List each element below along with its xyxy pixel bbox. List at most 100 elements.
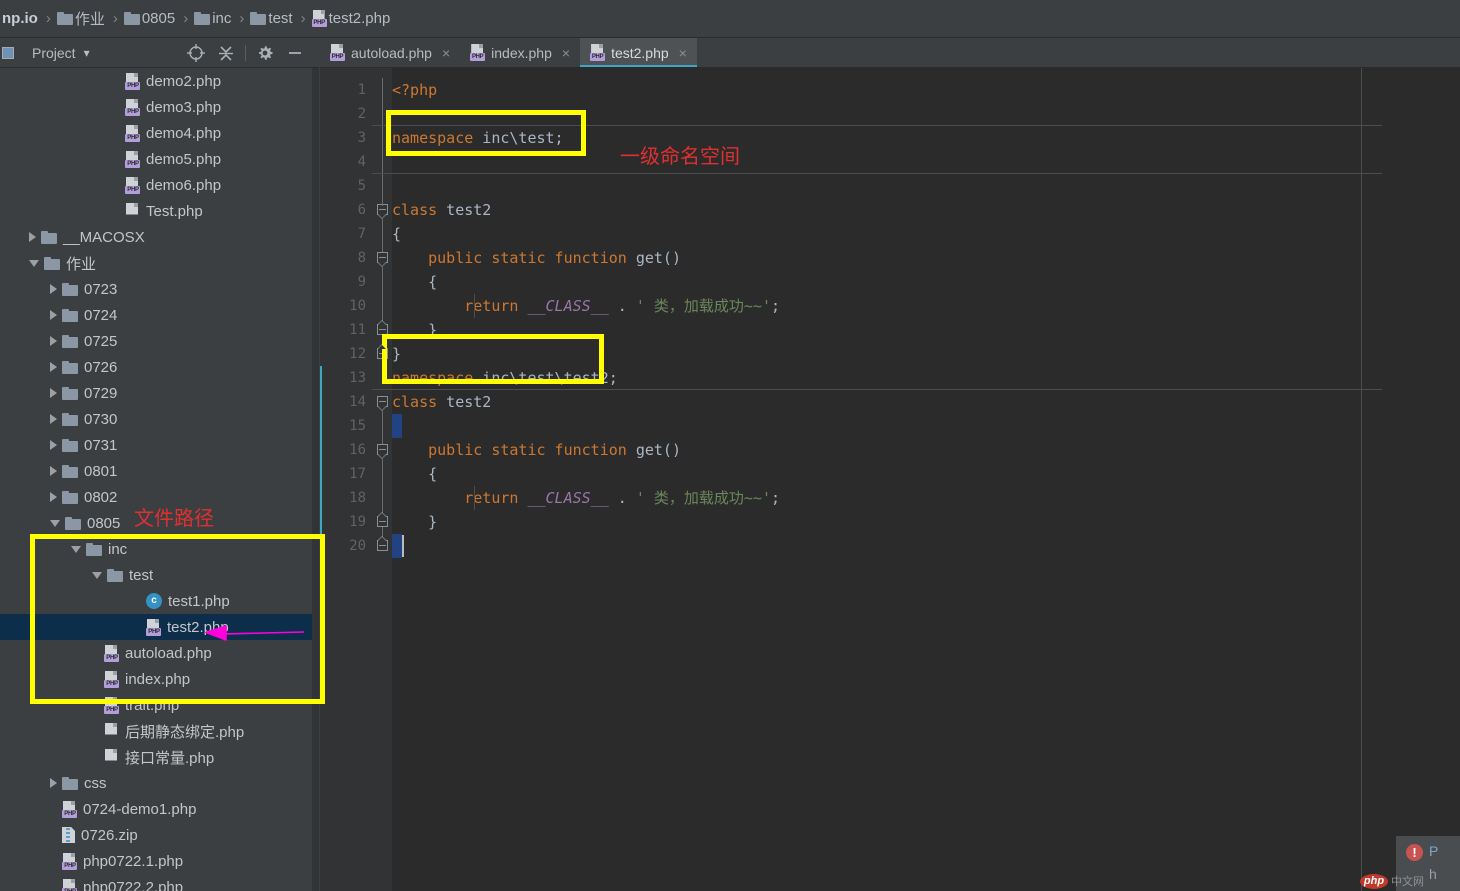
- tree-item-trait-php[interactable]: PHP trait.php: [0, 692, 319, 718]
- tree-item-test1-php[interactable]: c test1.php: [0, 588, 319, 614]
- code-fold-toggle[interactable]: [377, 320, 388, 335]
- tree-item-0730[interactable]: 0730: [0, 406, 319, 432]
- minimize-icon[interactable]: [285, 43, 305, 63]
- code-line-12[interactable]: }: [392, 342, 401, 366]
- tree-item-test[interactable]: test: [0, 562, 319, 588]
- chevron-right-icon[interactable]: [50, 440, 57, 450]
- breadcrumb-item-2[interactable]: 0805: [123, 10, 177, 27]
- close-icon[interactable]: ×: [679, 45, 687, 61]
- tree-item-0724-demo1-php[interactable]: PHP 0724-demo1.php: [0, 796, 319, 822]
- tree-item-0723[interactable]: 0723: [0, 276, 319, 302]
- chevron-right-icon[interactable]: [50, 310, 57, 320]
- code-line-17[interactable]: {: [392, 462, 437, 486]
- code-editor[interactable]: 1 2 3 4 5 6 7 8 9 10 11 12 13 14 15 16 17 18 19 20 <?php nam…: [320, 68, 1460, 891]
- code-line-8[interactable]: public static function get(): [392, 246, 681, 270]
- code-fold-toggle[interactable]: [377, 344, 388, 359]
- breadcrumb-item-0[interactable]: np.io: [0, 10, 40, 27]
- tree-item-demo4-php[interactable]: PHP demo4.php: [0, 120, 319, 146]
- folder-icon: [56, 12, 73, 25]
- tree-item-0731[interactable]: 0731: [0, 432, 319, 458]
- code-folding-column[interactable]: [372, 68, 392, 891]
- code-line-10[interactable]: return __CLASS__ . ' 类，加载成功~~';: [392, 294, 780, 318]
- close-icon[interactable]: ×: [442, 45, 450, 61]
- chevron-down-icon[interactable]: [29, 259, 39, 267]
- collapse-all-icon[interactable]: [216, 43, 236, 63]
- tree-item-label: trait.php: [125, 696, 180, 714]
- code-line-14[interactable]: class test2: [392, 390, 491, 414]
- code-line-9[interactable]: {: [392, 270, 437, 294]
- tree-item-Test-php[interactable]: PHP Test.php: [0, 198, 319, 224]
- code-fold-toggle[interactable]: [377, 444, 388, 459]
- chevron-down-icon[interactable]: [71, 545, 81, 553]
- breadcrumb-item-5[interactable]: PHP test2.php: [311, 10, 393, 27]
- line-number: 4: [357, 154, 366, 170]
- code-line-11[interactable]: }: [392, 318, 437, 342]
- chevron-down-icon[interactable]: [50, 519, 60, 527]
- tree-item-0729[interactable]: 0729: [0, 380, 319, 406]
- tree-item-label: autoload.php: [125, 644, 212, 662]
- folder-icon: [62, 464, 78, 478]
- chevron-right-icon[interactable]: [29, 232, 36, 242]
- tree-item-0725[interactable]: 0725: [0, 328, 319, 354]
- code-line-3[interactable]: namespace inc\test;: [392, 126, 564, 150]
- gear-icon[interactable]: [255, 43, 275, 63]
- breadcrumb[interactable]: np.io › 作业 › 0805 › inc › test › PHP test2.php: [0, 0, 1460, 38]
- code-line-18[interactable]: return __CLASS__ . ' 类，加载成功~~';: [392, 486, 780, 510]
- toolbar-divider: [245, 44, 246, 61]
- editor-tab-test2-php[interactable]: PHP test2.php ×: [580, 38, 697, 67]
- code-line-7[interactable]: {: [392, 222, 401, 246]
- breadcrumb-item-3[interactable]: inc: [194, 10, 233, 27]
- tree-item-__MACOSX[interactable]: __MACOSX: [0, 224, 319, 250]
- tree-item-demo3-php[interactable]: PHP demo3.php: [0, 94, 319, 120]
- breadcrumb-item-4[interactable]: test: [250, 10, 294, 27]
- code-fold-toggle[interactable]: [377, 536, 388, 551]
- tree-item-0726[interactable]: 0726: [0, 354, 319, 380]
- chevron-right-icon[interactable]: [50, 414, 57, 424]
- code-fold-toggle[interactable]: [377, 512, 388, 527]
- tree-item-demo6-php[interactable]: PHP demo6.php: [0, 172, 319, 198]
- tree-item-接口常量-php[interactable]: PHP 接口常量.php: [0, 744, 319, 770]
- code-line-19[interactable]: }: [392, 510, 437, 534]
- chevron-right-icon[interactable]: [50, 388, 57, 398]
- tree-item-php0722-2-php[interactable]: PHP php0722.2.php: [0, 874, 319, 891]
- line-number-gutter: 1 2 3 4 5 6 7 8 9 10 11 12 13 14 15 16 17 18 19 20: [320, 68, 372, 891]
- code-line-13[interactable]: namespace inc\test\test2;: [392, 366, 618, 390]
- tree-item-demo2-php[interactable]: PHP demo2.php: [0, 68, 319, 94]
- code-content-area[interactable]: <?php namespace inc\test; class test2{ pub…: [392, 68, 1460, 891]
- tree-item-demo5-php[interactable]: PHP demo5.php: [0, 146, 319, 172]
- tree-item-index-php[interactable]: PHP index.php: [0, 666, 319, 692]
- line-number: 15: [349, 418, 366, 434]
- chevron-right-icon[interactable]: [50, 492, 57, 502]
- code-line-6[interactable]: class test2: [392, 198, 491, 222]
- chevron-right-icon[interactable]: [50, 336, 57, 346]
- tree-item-label: demo3.php: [146, 98, 222, 116]
- project-dropdown-caret[interactable]: ▾: [84, 46, 90, 60]
- tree-item-0726-zip[interactable]: 0726.zip: [0, 822, 319, 848]
- chevron-right-icon[interactable]: [50, 778, 57, 788]
- editor-tab-bar[interactable]: PHP autoload.php × PHP index.php × PHP test2.ph…: [320, 38, 1460, 68]
- tree-item-0801[interactable]: 0801: [0, 458, 319, 484]
- code-line-1[interactable]: <?php: [392, 78, 437, 102]
- tree-item-php0722-1-php[interactable]: PHP php0722.1.php: [0, 848, 319, 874]
- chevron-right-icon[interactable]: [50, 284, 57, 294]
- code-line-16[interactable]: public static function get(): [392, 438, 681, 462]
- tree-item-inc[interactable]: inc: [0, 536, 319, 562]
- close-icon[interactable]: ×: [562, 45, 570, 61]
- editor-tab-index-php[interactable]: PHP index.php ×: [460, 38, 580, 67]
- project-tree-panel[interactable]: PHP demo2.php PHP demo3.php PHP demo4.php PHP d…: [0, 68, 319, 891]
- php-file-icon: PHP: [125, 150, 140, 168]
- code-fold-toggle[interactable]: [377, 396, 388, 411]
- editor-tab-autoload-php[interactable]: PHP autoload.php ×: [320, 38, 460, 67]
- chevron-right-icon[interactable]: [50, 466, 57, 476]
- tree-item-0724[interactable]: 0724: [0, 302, 319, 328]
- locate-icon[interactable]: [186, 43, 206, 63]
- chevron-down-icon[interactable]: [92, 571, 102, 579]
- tree-item-作业[interactable]: 作业: [0, 250, 319, 276]
- code-fold-toggle[interactable]: [377, 252, 388, 267]
- tree-item-css[interactable]: css: [0, 770, 319, 796]
- tree-item-后期静态绑定-php[interactable]: PHP 后期静态绑定.php: [0, 718, 319, 744]
- breadcrumb-label: test2.php: [328, 10, 391, 27]
- tab-label: test2.php: [611, 44, 669, 61]
- chevron-right-icon[interactable]: [50, 362, 57, 372]
- breadcrumb-item-1[interactable]: 作业: [56, 8, 107, 29]
